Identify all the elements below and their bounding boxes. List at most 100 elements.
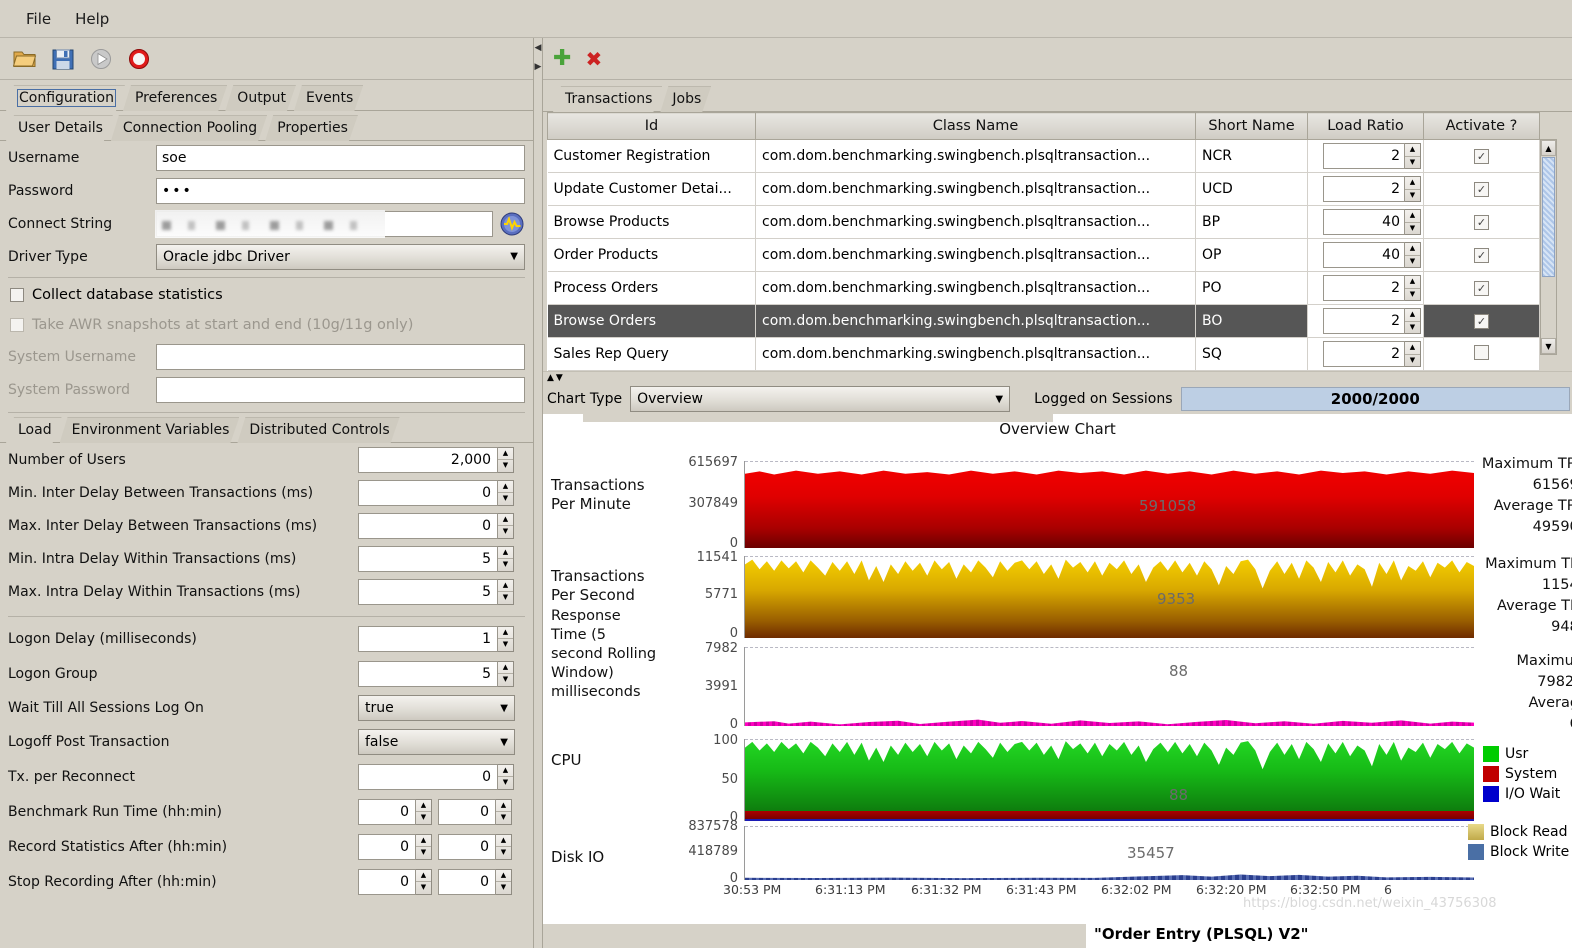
stop-recording-after-minutes[interactable]: 0 ▲ ▼ — [438, 868, 512, 895]
tab-preferences[interactable]: Preferences — [123, 85, 227, 111]
table-row[interactable]: Browse Orders com.dom.benchmarking.swing… — [547, 304, 1540, 338]
stop-recording-after-minutes-input[interactable]: 0 — [438, 868, 496, 895]
spinner-arrows[interactable]: ▲ ▼ — [498, 446, 514, 473]
stop-recording-after-hours-input[interactable]: 0 — [358, 868, 416, 895]
min-inter-delay-stepper[interactable]: 0 ▲ ▼ — [358, 479, 514, 506]
expand-down-icon[interactable]: ▼ — [556, 373, 563, 383]
cell-load-ratio[interactable]: 2 ▲ ▼ — [1307, 337, 1424, 371]
tab-events[interactable]: Events — [294, 85, 363, 111]
panel-splitter[interactable]: ◀ ▶ — [533, 38, 543, 948]
collect-db-stats-checkbox[interactable] — [10, 288, 24, 302]
system-password-input[interactable] — [156, 376, 525, 403]
number-of-users-input[interactable]: 2,000 — [358, 446, 498, 473]
load-ratio-input[interactable]: 2 — [1323, 275, 1405, 301]
cell-activate[interactable]: ✓ — [1423, 271, 1540, 305]
load-ratio-input[interactable]: 2 — [1323, 143, 1405, 169]
min-inter-delay-input[interactable]: 0 — [358, 479, 498, 506]
record-statistics-after-hours[interactable]: 0 ▲ ▼ — [358, 833, 432, 860]
wait-till-all-sessions-select[interactable]: true ▼ — [358, 695, 515, 721]
logon-group-stepper[interactable]: 5 ▲ ▼ — [358, 660, 514, 687]
activate-checkbox[interactable] — [1474, 344, 1489, 360]
spinner-arrows[interactable]: ▲ ▼ — [1405, 308, 1421, 334]
spinner-arrows[interactable]: ▲ ▼ — [1405, 242, 1421, 268]
min-intra-delay-input[interactable]: 5 — [358, 545, 498, 572]
cell-load-ratio[interactable]: 40 ▲ ▼ — [1307, 238, 1424, 272]
spinner-arrows[interactable]: ▲ ▼ — [498, 763, 514, 790]
cell-activate[interactable]: ✓ — [1423, 172, 1540, 206]
activate-checkbox[interactable]: ✓ — [1474, 182, 1489, 197]
collapse-left-icon[interactable]: ◀ — [535, 44, 542, 53]
table-row[interactable]: Order Products com.dom.benchmarking.swin… — [547, 238, 1540, 272]
cell-load-ratio[interactable]: 2 ▲ ▼ — [1307, 304, 1424, 338]
cell-activate[interactable] — [1423, 337, 1540, 371]
spinner-arrows[interactable]: ▲ ▼ — [498, 479, 514, 506]
benchmark-run-time-hours[interactable]: 0 ▲ ▼ — [358, 798, 432, 825]
tab-distributed-controls[interactable]: Distributed Controls — [237, 417, 399, 443]
spinner-arrows[interactable]: ▲ ▼ — [1405, 341, 1421, 367]
activate-checkbox[interactable]: ✓ — [1474, 149, 1489, 164]
spinner-arrows[interactable]: ▲ ▼ — [496, 798, 512, 825]
save-icon[interactable] — [48, 44, 78, 74]
max-inter-delay-input[interactable]: 0 — [358, 512, 498, 539]
table-row[interactable]: Sales Rep Query com.dom.benchmarking.swi… — [547, 337, 1540, 371]
spinner-arrows[interactable]: ▲ ▼ — [416, 798, 432, 825]
benchmark-run-time-minutes[interactable]: 0 ▲ ▼ — [438, 798, 512, 825]
benchmark-run-time-minutes-input[interactable]: 0 — [438, 798, 496, 825]
driver-type-select[interactable]: Oracle jdbc Driver ▼ — [156, 243, 525, 270]
cell-load-ratio[interactable]: 2 ▲ ▼ — [1307, 139, 1424, 173]
connection-test-icon[interactable] — [499, 211, 525, 237]
password-input[interactable]: ••• — [156, 177, 525, 204]
record-statistics-after-minutes[interactable]: 0 ▲ ▼ — [438, 833, 512, 860]
table-row[interactable]: Process Orders com.dom.benchmarking.swin… — [547, 271, 1540, 305]
spinner-arrows[interactable]: ▲ ▼ — [1405, 176, 1421, 202]
spinner-arrows[interactable]: ▲ ▼ — [1405, 209, 1421, 235]
table-row[interactable]: Update Customer Detai... com.dom.benchma… — [547, 172, 1540, 206]
menu-item-help[interactable]: Help — [63, 7, 121, 31]
tab-environment-variables[interactable]: Environment Variables — [60, 417, 240, 443]
spinner-arrows[interactable]: ▲ ▼ — [416, 868, 432, 895]
table-vertical-scrollbar[interactable]: ▲ ▼ — [1540, 139, 1557, 355]
stop-icon[interactable] — [124, 44, 154, 74]
column-header-short-name[interactable]: Short Name — [1195, 112, 1308, 140]
username-input[interactable]: soe — [156, 144, 525, 171]
load-ratio-input[interactable]: 2 — [1323, 341, 1405, 367]
tab-load[interactable]: Load — [6, 417, 62, 443]
spinner-arrows[interactable]: ▲ ▼ — [498, 578, 514, 605]
spinner-arrows[interactable]: ▲ ▼ — [496, 833, 512, 860]
activate-checkbox[interactable]: ✓ — [1474, 281, 1489, 296]
logon-group-input[interactable]: 5 — [358, 660, 498, 687]
tab-transactions[interactable]: Transactions — [553, 86, 662, 112]
tab-output[interactable]: Output — [225, 85, 296, 111]
benchmark-run-time-hours-input[interactable]: 0 — [358, 798, 416, 825]
table-row[interactable]: Customer Registration com.dom.benchmarki… — [547, 139, 1540, 173]
tab-user-details[interactable]: User Details — [6, 115, 113, 141]
tab-jobs[interactable]: Jobs — [660, 86, 711, 112]
load-ratio-input[interactable]: 2 — [1323, 308, 1405, 334]
logon-delay-stepper[interactable]: 1 ▲ ▼ — [358, 625, 514, 652]
max-intra-delay-input[interactable]: 5 — [358, 578, 498, 605]
cell-activate[interactable]: ✓ — [1423, 304, 1540, 338]
spinner-arrows[interactable]: ▲ ▼ — [416, 833, 432, 860]
record-statistics-after-minutes-input[interactable]: 0 — [438, 833, 496, 860]
tx-per-reconnect-input[interactable]: 0 — [358, 763, 498, 790]
spinner-arrows[interactable]: ▲ ▼ — [498, 660, 514, 687]
load-ratio-input[interactable]: 40 — [1323, 209, 1405, 235]
table-row[interactable]: Browse Products com.dom.benchmarking.swi… — [547, 205, 1540, 239]
chart-type-select[interactable]: Overview ▼ — [630, 386, 1011, 412]
cell-load-ratio[interactable]: 40 ▲ ▼ — [1307, 205, 1424, 239]
number-of-users-stepper[interactable]: 2,000 ▲ ▼ — [358, 446, 514, 473]
spinner-arrows[interactable]: ▲ ▼ — [1405, 275, 1421, 301]
cell-activate[interactable]: ✓ — [1423, 139, 1540, 173]
activate-checkbox[interactable]: ✓ — [1474, 215, 1489, 230]
scrollbar-track[interactable] — [1541, 278, 1556, 338]
system-username-input[interactable] — [156, 343, 525, 370]
collect-db-stats-row[interactable]: Collect database statistics — [0, 280, 533, 310]
tab-connection-pooling[interactable]: Connection Pooling — [111, 115, 267, 141]
max-intra-delay-stepper[interactable]: 5 ▲ ▼ — [358, 578, 514, 605]
scroll-down-icon[interactable]: ▼ — [1541, 338, 1556, 354]
column-header-class-name[interactable]: Class Name — [755, 112, 1196, 140]
scrollbar-thumb[interactable] — [1542, 157, 1555, 277]
expand-up-icon[interactable]: ▲ — [547, 373, 554, 383]
column-header-id[interactable]: Id — [547, 112, 756, 140]
play-icon[interactable] — [86, 44, 116, 74]
